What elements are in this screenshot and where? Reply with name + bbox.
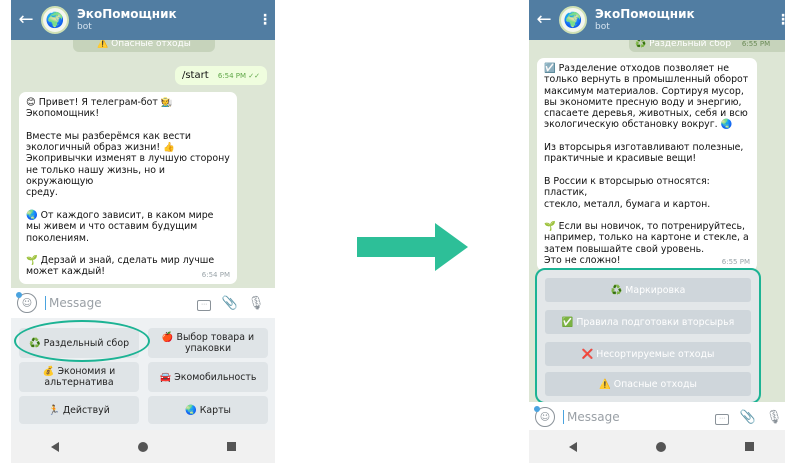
chat-header: ← 🌍 ЭкоПомощник bot ⋮ <box>11 0 275 40</box>
nav-home-icon[interactable] <box>137 441 148 452</box>
more-menu-icon[interactable]: ⋮ <box>255 12 275 28</box>
chat-subtitle: bot <box>77 22 92 32</box>
outgoing-message-text: /start <box>181 70 209 81</box>
chat-area[interactable]: ⚠️ Опасные отходы /start 6:54 PM ✓✓ 😊 Пр… <box>11 40 275 288</box>
comparison-canvas: ← 🌍 ЭкоПомощник bot ⋮ ⚠️ Опасные отходы … <box>0 0 785 463</box>
highlight-rect-annotation <box>535 268 761 404</box>
message-input[interactable]: Message <box>563 410 709 424</box>
transition-arrow-icon <box>357 223 468 271</box>
keyboard-toggle-icon[interactable]: ⋯ <box>709 409 735 425</box>
incoming-message-text: ☑️ Разделение отходов позволяет не тольк… <box>544 63 749 267</box>
android-nav-bar <box>11 430 275 463</box>
attach-paperclip-icon[interactable]: 📎 <box>735 410 761 425</box>
chat-header: ← 🌍 ЭкоПомощник bot ⋮ <box>529 0 785 40</box>
incoming-message: ☑️ Разделение отходов позволяет не тольк… <box>537 58 757 271</box>
phone-screen-before: ← 🌍 ЭкоПомощник bot ⋮ ⚠️ Опасные отходы … <box>11 0 275 463</box>
incoming-message-time: 6:54 PM <box>201 270 230 279</box>
bot-avatar[interactable]: 🌍 <box>559 6 587 34</box>
outgoing-message: /start 6:54 PM ✓✓ <box>174 66 267 85</box>
emoji-sticker-icon[interactable]: ☺ <box>534 406 555 427</box>
bot-avatar[interactable]: 🌍 <box>41 6 69 34</box>
outgoing-message-time: 6:54 PM ✓✓ <box>217 72 260 80</box>
nav-home-icon[interactable] <box>655 441 666 452</box>
chat-area[interactable]: ♻️ Раздельный сбор 6:55 PM ☑️ Разделение… <box>529 40 785 272</box>
emoji-sticker-icon[interactable]: ☺ <box>16 292 37 313</box>
pinned-message[interactable]: ⚠️ Опасные отходы <box>73 40 215 52</box>
highlight-oval-annotation <box>14 320 150 362</box>
phone-screen-after: ← 🌍 ЭкоПомощник bot ⋮ ♻️ Раздельный сбор… <box>529 0 785 463</box>
more-menu-icon[interactable]: ⋮ <box>773 12 785 28</box>
incoming-message-time: 6:55 PM <box>721 257 750 266</box>
keyboard-button-product-choice[interactable]: 🍎 Выбор товара и упаковки <box>148 328 268 358</box>
nav-recent-apps-icon[interactable] <box>226 442 236 451</box>
android-nav-bar <box>529 430 785 463</box>
back-arrow-icon[interactable]: ← <box>529 0 559 40</box>
chat-subtitle: bot <box>595 22 610 32</box>
pinned-message[interactable]: ♻️ Раздельный сбор 6:55 PM <box>629 40 785 52</box>
message-input-bar: ☺ Message ⋯ 📎 🎙 <box>529 402 785 432</box>
incoming-message: 😊 Привет! Я телеграм-бот 🧑‍🌾 Экопомощник… <box>19 92 237 284</box>
nav-back-icon[interactable] <box>50 441 59 452</box>
incoming-message-text: 😊 Привет! Я телеграм-бот 🧑‍🌾 Экопомощник… <box>26 97 230 278</box>
microphone-icon[interactable]: 🎙 <box>243 296 269 311</box>
back-arrow-icon[interactable]: ← <box>11 0 41 40</box>
read-checkmarks-icon: ✓✓ <box>248 72 260 80</box>
microphone-icon[interactable]: 🎙 <box>761 410 785 425</box>
nav-back-icon[interactable] <box>568 441 577 452</box>
keyboard-button-maps[interactable]: 🌏 Карты <box>148 396 268 424</box>
keyboard-toggle-icon[interactable]: ⋯ <box>191 295 217 311</box>
keyboard-button-act[interactable]: 🏃 Действуй <box>19 396 139 424</box>
message-input-bar: ☺ Message ⋯ 📎 🎙 <box>11 288 275 318</box>
chat-title: ЭкоПомощник <box>77 7 177 21</box>
nav-recent-apps-icon[interactable] <box>744 442 754 451</box>
keyboard-button-ecomobility[interactable]: 🚘 Экомобильность <box>148 362 268 392</box>
chat-title: ЭкоПомощник <box>595 7 695 21</box>
keyboard-button-economy[interactable]: 💰 Экономия и альтернатива <box>19 362 139 392</box>
attach-paperclip-icon[interactable]: 📎 <box>217 296 243 311</box>
message-input[interactable]: Message <box>45 296 191 310</box>
